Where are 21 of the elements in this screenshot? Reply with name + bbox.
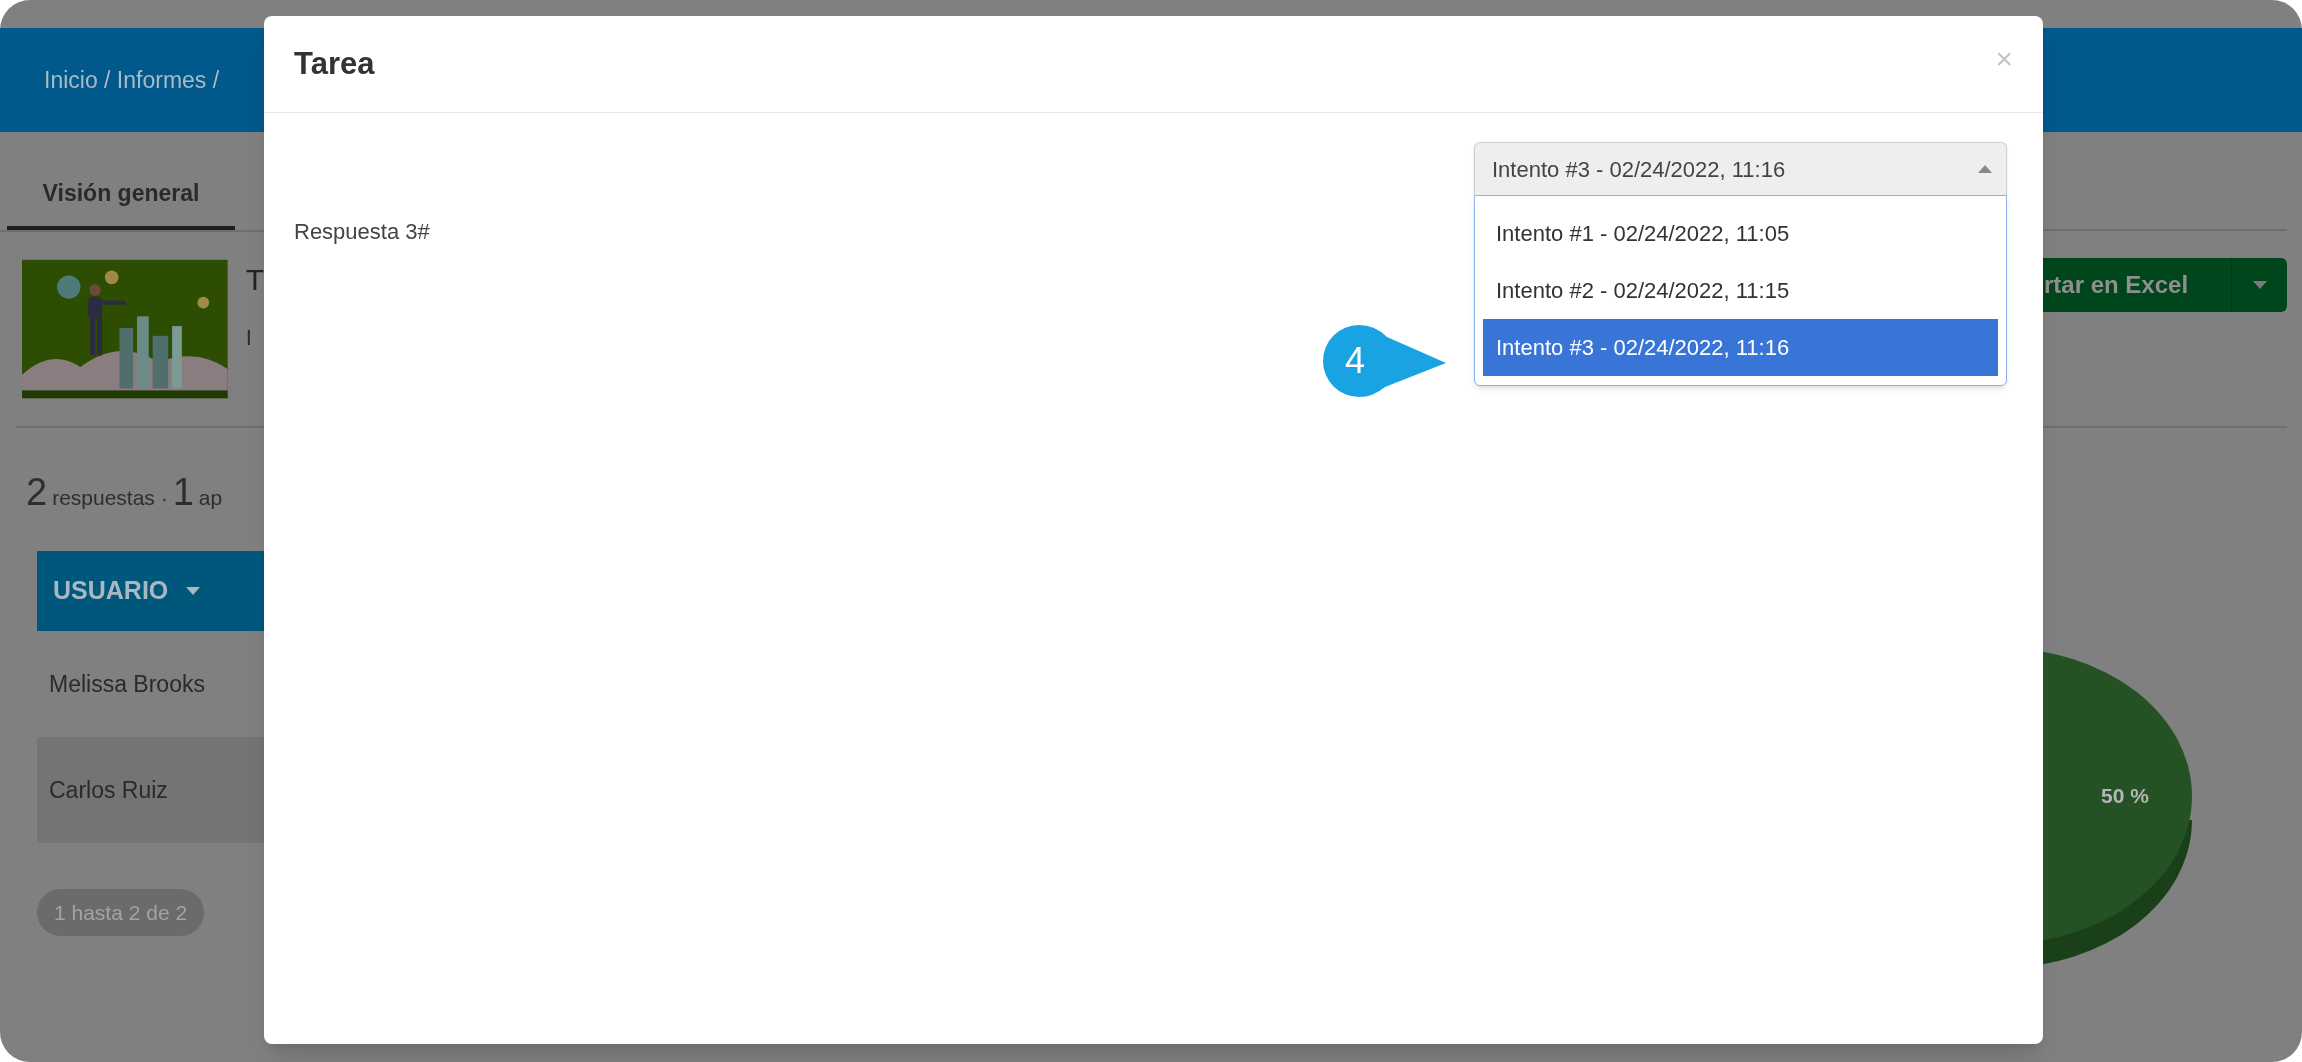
- report-subtitle: I: [245, 324, 253, 352]
- summary-text: 2 respuestas ·1 ap: [26, 470, 224, 515]
- pie-label: 50 %: [2101, 783, 2149, 809]
- column-header[interactable]: USUARIO: [37, 551, 264, 631]
- pagination-pill: 1 hasta 2 de 2: [37, 889, 205, 936]
- breadcrumb[interactable]: Inicio / Informes /: [44, 62, 220, 98]
- export-excel-button[interactable]: rtar en Excel: [2043, 258, 2231, 312]
- report-title: T: [245, 262, 264, 298]
- attempt-select[interactable]: Intento #3 - 02/24/2022, 11:16: [1474, 142, 2007, 195]
- caret-icon: [2252, 281, 2267, 289]
- select-option[interactable]: Intento #1 - 02/24/2022, 11:05: [1483, 205, 1998, 262]
- select-option[interactable]: Intento #2 - 02/24/2022, 11:15: [1483, 262, 1998, 319]
- table-cell: Carlos Ruiz: [37, 737, 264, 843]
- answer-text: Respuesta 3#: [294, 218, 430, 246]
- tab[interactable]: Visión general: [7, 160, 235, 230]
- select-option[interactable]: Intento #3 - 02/24/2022, 11:16: [1483, 319, 1998, 376]
- export-menu-button[interactable]: [2231, 258, 2287, 312]
- step-callout: 4: [1323, 325, 1446, 397]
- modal-title: Tarea: [294, 44, 375, 83]
- caret-icon: [1978, 165, 1992, 173]
- sort-caret-icon: [186, 587, 201, 595]
